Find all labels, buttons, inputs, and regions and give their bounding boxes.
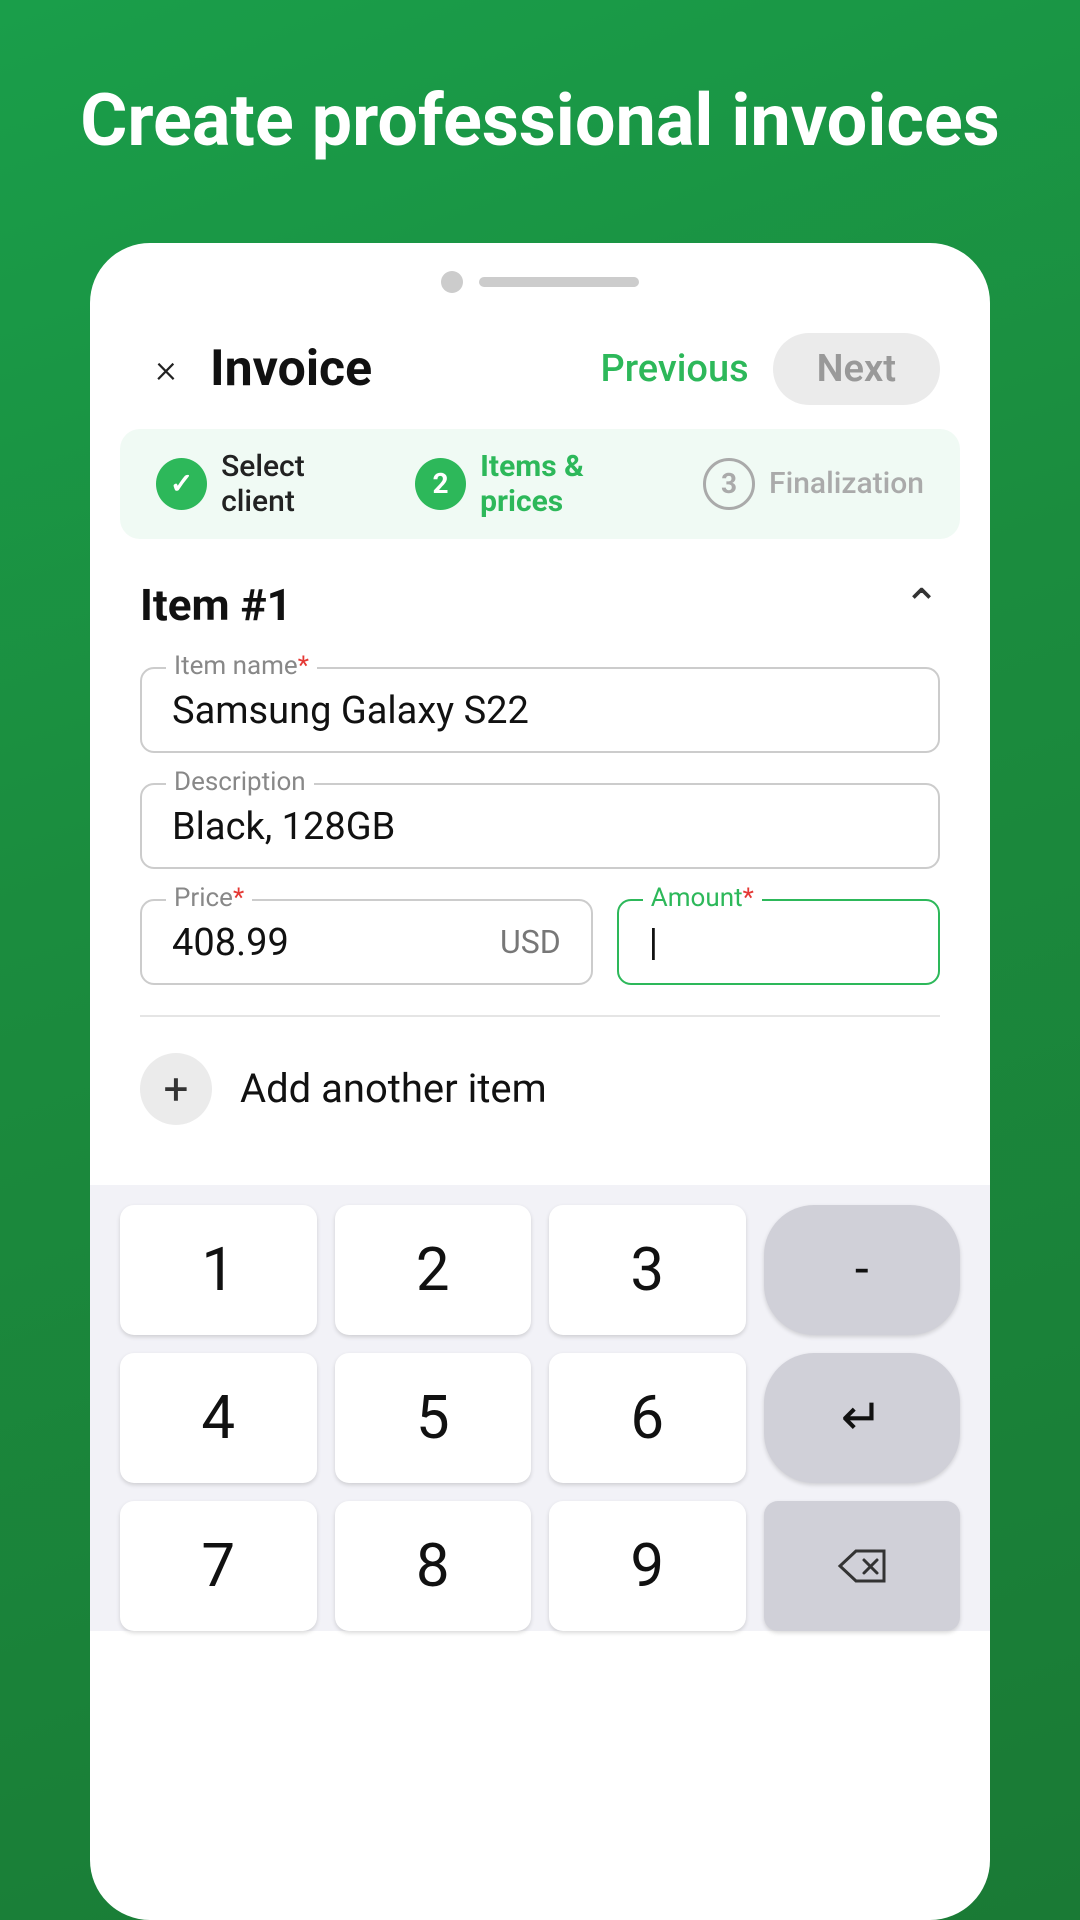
key-2[interactable]: 2	[335, 1205, 532, 1335]
checkmark-icon: ✓	[170, 467, 193, 500]
amount-label: Amount*	[643, 883, 762, 913]
description-value[interactable]: Black, 128GB	[172, 799, 908, 849]
invoice-card: × Invoice Previous Next ✓ Select client …	[90, 243, 990, 1920]
drag-indicator	[90, 243, 990, 313]
item-name-wrapper[interactable]: Item name* Samsung Galaxy S22	[140, 667, 940, 753]
key-5[interactable]: 5	[335, 1353, 532, 1483]
key-6[interactable]: 6	[549, 1353, 746, 1483]
invoice-title: Invoice	[210, 340, 600, 398]
keyboard-row-3: 7 8 9	[120, 1501, 960, 1631]
item-name-value[interactable]: Samsung Galaxy S22	[172, 683, 908, 733]
add-item-button[interactable]: +	[140, 1053, 212, 1125]
currency-label: USD	[500, 923, 561, 965]
step-2: 2 Items & prices	[415, 449, 671, 519]
key-7[interactable]: 7	[120, 1501, 317, 1631]
previous-button[interactable]: Previous	[600, 347, 748, 391]
key-8[interactable]: 8	[335, 1501, 532, 1631]
steps-progress: ✓ Select client 2 Items & prices 3 Final…	[120, 429, 960, 539]
amount-field[interactable]: Amount* |	[617, 899, 940, 985]
price-label: Price*	[166, 883, 252, 913]
key-3[interactable]: 3	[549, 1205, 746, 1335]
step-3-label: Finalization	[769, 466, 924, 501]
keyboard: 1 2 3 - 4 5 6 ↵ 7 8 9	[90, 1185, 990, 1631]
close-button[interactable]: ×	[140, 343, 192, 395]
add-item-row[interactable]: + Add another item	[90, 1053, 990, 1165]
step-1: ✓ Select client	[156, 449, 383, 519]
step-3: 3 Finalization	[703, 458, 924, 510]
next-button[interactable]: Next	[773, 333, 940, 405]
card-header: × Invoice Previous Next	[90, 313, 990, 429]
drag-dot	[441, 271, 463, 293]
step-2-label: Items & prices	[480, 449, 671, 519]
price-amount-row: Price* 408.99 USD Amount* |	[140, 899, 940, 985]
add-item-label: Add another item	[240, 1065, 547, 1112]
key-return[interactable]: ↵	[764, 1353, 961, 1483]
page-title: Create professional invoices	[20, 80, 1060, 163]
description-label: Description	[166, 767, 314, 797]
key-1[interactable]: 1	[120, 1205, 317, 1335]
item-header: Item #1 ⌃	[140, 579, 940, 631]
amount-cursor: |	[649, 915, 658, 965]
price-value: 408.99	[172, 915, 289, 965]
step-1-label: Select client	[221, 449, 383, 519]
keyboard-row-1: 1 2 3 -	[120, 1205, 960, 1335]
item-name-field-group: Item name* Samsung Galaxy S22	[140, 667, 940, 753]
description-field-group: Description Black, 128GB	[140, 783, 940, 869]
key-backspace[interactable]	[764, 1501, 961, 1631]
item-section: Item #1 ⌃ Item name* Samsung Galaxy S22 …	[90, 539, 990, 985]
item-name-label: Item name*	[166, 651, 317, 681]
key-9[interactable]: 9	[549, 1501, 746, 1631]
key-4[interactable]: 4	[120, 1353, 317, 1483]
step-3-circle: 3	[703, 458, 755, 510]
price-field[interactable]: Price* 408.99 USD	[140, 899, 593, 985]
description-wrapper[interactable]: Description Black, 128GB	[140, 783, 940, 869]
step-1-circle: ✓	[156, 458, 207, 510]
divider	[140, 1015, 940, 1017]
keyboard-row-2: 4 5 6 ↵	[120, 1353, 960, 1483]
key-dash[interactable]: -	[764, 1205, 961, 1335]
chevron-up-icon[interactable]: ⌃	[903, 579, 940, 631]
drag-bar	[479, 277, 639, 287]
step-2-circle: 2	[415, 458, 466, 510]
item-title: Item #1	[140, 579, 292, 631]
